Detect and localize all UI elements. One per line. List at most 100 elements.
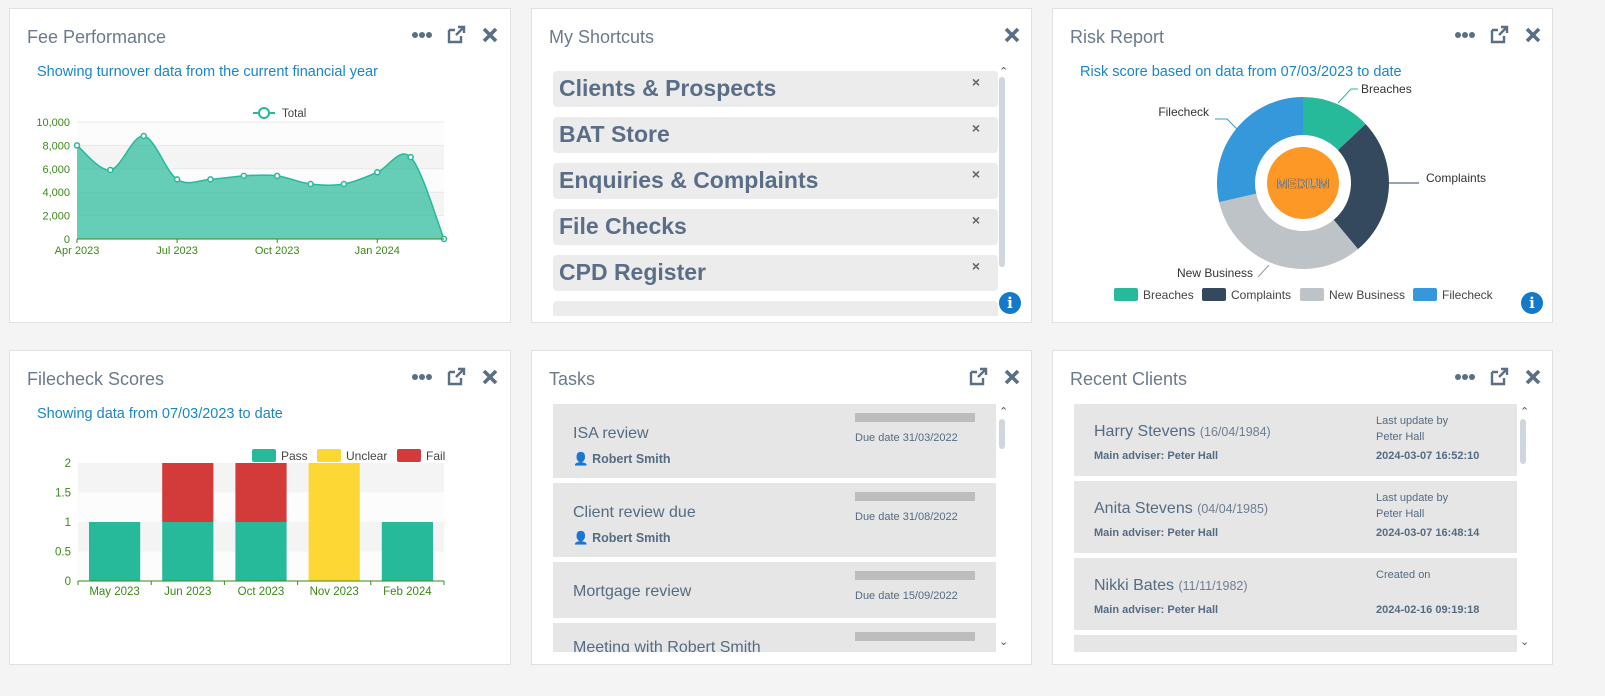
ellipsis-icon [412, 32, 432, 38]
shortcut-item[interactable]: Clients & Prospects × [553, 71, 998, 107]
task-progress-bar [855, 413, 975, 422]
x-tick-label: Oct 2023 [238, 586, 285, 598]
shortcut-label: Enquiries & Complaints [559, 167, 819, 193]
remove-shortcut-icon[interactable]: × [972, 258, 980, 274]
shortcut-label: Clients & Prospects [559, 75, 777, 101]
legend-label: Total [282, 108, 306, 120]
open-external-button[interactable] [961, 365, 995, 389]
remove-shortcut-icon[interactable]: × [972, 212, 980, 228]
legend-label: Pass [281, 449, 308, 463]
shortcut-label: File Checks [559, 213, 687, 239]
client-name: Harry Stevens [1094, 423, 1196, 440]
close-widget-button[interactable] [1516, 365, 1550, 389]
widget-title: My Shortcuts [549, 27, 655, 47]
x-tick-label: May 2023 [89, 586, 140, 598]
task-progress-bar [855, 571, 975, 580]
close-icon [1525, 27, 1541, 43]
task-progress-bar [855, 632, 975, 641]
assignee-name: Robert Smith [592, 531, 671, 545]
x-tick-label: Jan 2024 [355, 245, 400, 257]
bar-segment [235, 522, 287, 581]
legend-swatch [252, 449, 276, 462]
client-item[interactable] [1074, 635, 1517, 652]
task-item[interactable]: ISA review 👤 Robert Smith Due date 31/03… [553, 404, 996, 478]
more-options-button[interactable] [1448, 23, 1482, 47]
legend-swatch [397, 449, 421, 462]
scrollbar[interactable] [999, 77, 1006, 267]
remove-shortcut-icon[interactable]: × [972, 120, 980, 136]
scrollbar[interactable] [1520, 417, 1527, 637]
open-external-button[interactable] [1482, 365, 1516, 389]
shortcut-list: Clients & Prospects × BAT Store × Enquirie… [553, 71, 998, 316]
more-options-button[interactable] [405, 365, 439, 389]
info-icon[interactable]: i [1521, 292, 1543, 314]
open-external-button[interactable] [439, 365, 473, 389]
client-adviser: Main adviser: Peter Hall [1094, 450, 1219, 462]
client-name-line[interactable]: Harry Stevens (16/04/1984) [1094, 423, 1271, 441]
close-widget-button[interactable] [473, 23, 507, 47]
legend-swatch [1114, 288, 1138, 301]
bar-segment [162, 522, 214, 581]
close-widget-button[interactable] [995, 23, 1029, 47]
open-external-button[interactable] [1482, 23, 1516, 47]
fee-performance-widget: Fee Performance Showing turnover data fr… [9, 8, 511, 323]
scrollbar-thumb[interactable] [999, 419, 1005, 449]
open-external-button[interactable] [439, 23, 473, 47]
remove-shortcut-icon[interactable]: × [972, 74, 980, 90]
client-adviser: Main adviser: Peter Hall [1094, 527, 1219, 539]
legend-swatch [1300, 288, 1324, 301]
close-widget-button[interactable] [473, 365, 507, 389]
client-item[interactable]: Anita Stevens (04/04/1985) Main adviser:… [1074, 481, 1517, 553]
data-point [307, 180, 314, 188]
shortcut-item[interactable]: CPD Register × [553, 255, 998, 291]
filecheck-bar-chart: 0 0.5 1 1.5 2 May 2023 Jun 2023 Oct 2023 Nov 202… [55, 449, 445, 598]
data-point [374, 169, 381, 176]
scroll-down-icon[interactable]: ⌄ [999, 635, 1008, 648]
task-title: ISA review [573, 425, 649, 442]
more-options-button[interactable] [1448, 365, 1482, 389]
update-datetime: 2024-03-07 16:52:10 [1376, 450, 1480, 462]
scroll-down-icon[interactable]: ⌄ [1520, 635, 1529, 648]
shortcut-item[interactable] [553, 301, 998, 316]
legend-label: Filecheck [1442, 288, 1494, 302]
slice-connector [1337, 88, 1358, 104]
task-item[interactable]: Client review due 👤 Robert Smith Due dat… [553, 483, 996, 557]
widget-subtitle: Risk score based on data from 07/03/2023… [1080, 64, 1402, 80]
shortcut-item[interactable]: BAT Store × [553, 117, 998, 153]
shortcut-item[interactable]: File Checks × [553, 209, 998, 245]
slice-label: New Business [1177, 266, 1253, 280]
remove-shortcut-icon[interactable]: × [972, 166, 980, 182]
client-name-line[interactable]: Nikki Bates (11/11/1982) [1094, 577, 1248, 595]
scrollbar-thumb[interactable] [1520, 419, 1526, 464]
slice-connector [1257, 264, 1270, 278]
more-options-button[interactable] [405, 23, 439, 47]
slice-label: Filecheck [1158, 105, 1210, 119]
data-point [273, 172, 281, 180]
task-due-date: Due date 31/08/2022 [855, 511, 958, 523]
close-widget-button[interactable] [1516, 23, 1550, 47]
task-item[interactable]: Meeting with Robert Smith [553, 623, 996, 652]
x-tick-label: Jun 2023 [164, 586, 211, 598]
y-tick-label: 1.5 [55, 488, 71, 500]
ellipsis-icon [1455, 32, 1475, 38]
close-widget-button[interactable] [995, 365, 1029, 389]
client-dob: (11/11/1982) [1178, 579, 1248, 593]
widget-title: Recent Clients [1070, 369, 1188, 389]
scrollbar-thumb[interactable] [999, 77, 1005, 267]
client-item[interactable]: Nikki Bates (11/11/1982) Main adviser: P… [1074, 558, 1517, 630]
shortcut-item[interactable]: Enquiries & Complaints × [553, 163, 998, 199]
task-item[interactable]: Mortgage review Due date 15/09/2022 [553, 562, 996, 618]
scrollbar[interactable] [999, 417, 1006, 637]
client-name-line[interactable]: Anita Stevens (04/04/1985) [1094, 500, 1268, 518]
ellipsis-icon [1455, 374, 1475, 380]
update-datetime: 2024-03-07 16:48:14 [1376, 527, 1480, 539]
recent-clients-widget: Recent Clients Harry Stevens (16/04/1984… [1052, 350, 1553, 665]
info-icon[interactable]: i [999, 292, 1021, 314]
update-label: Last update by [1376, 492, 1449, 504]
y-tick-label: 0 [65, 576, 71, 588]
client-list: Harry Stevens (16/04/1984) Main adviser:… [1074, 404, 1517, 652]
widget-title: Risk Report [1070, 27, 1165, 47]
client-item[interactable]: Harry Stevens (16/04/1984) Main adviser:… [1074, 404, 1517, 476]
external-link-icon [969, 367, 988, 386]
external-link-icon [1490, 25, 1509, 44]
